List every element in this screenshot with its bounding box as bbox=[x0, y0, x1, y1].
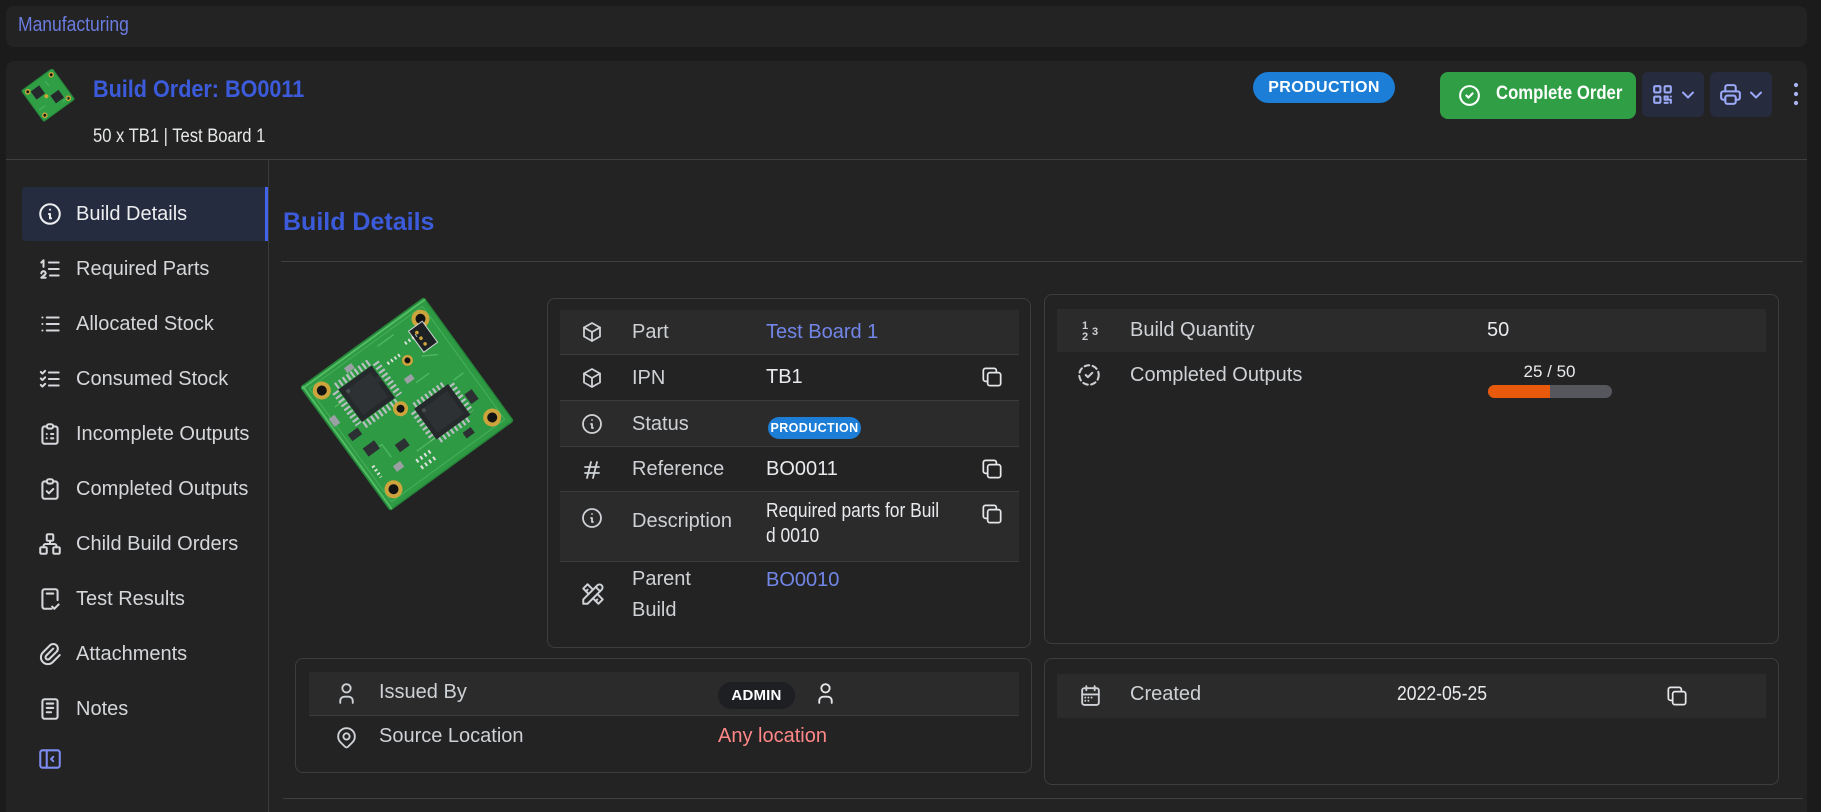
svg-text:3: 3 bbox=[1092, 326, 1098, 338]
svg-text:2: 2 bbox=[1082, 331, 1088, 343]
